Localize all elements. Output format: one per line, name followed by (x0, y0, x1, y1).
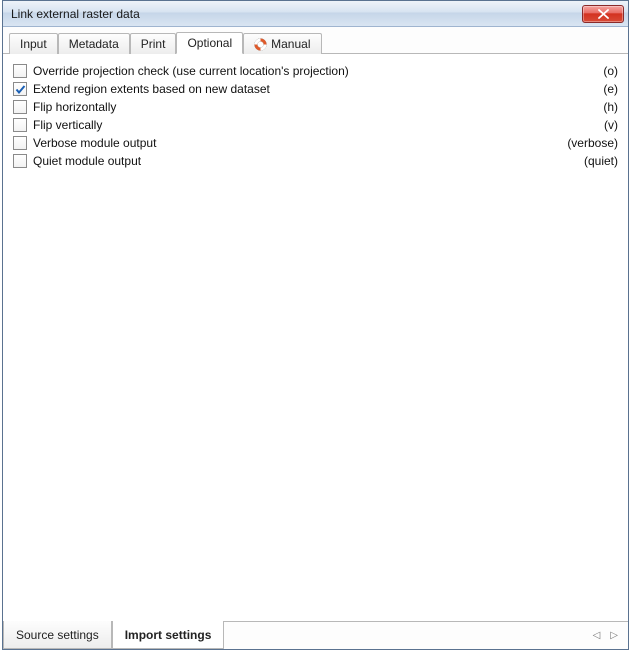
bottom-tab-source-settings[interactable]: Source settings (3, 621, 112, 649)
option-flag: (e) (603, 82, 618, 96)
tab-label: Manual (271, 37, 310, 51)
close-button[interactable] (582, 5, 624, 23)
option-checkbox[interactable] (13, 82, 27, 96)
lifebuoy-icon (254, 38, 267, 51)
tab-input[interactable]: Input (9, 33, 58, 54)
option-checkbox[interactable] (13, 136, 27, 150)
option-row: Flip horizontally (h) (13, 98, 618, 116)
bottom-tab-label: Source settings (16, 628, 99, 642)
option-label: Flip vertically (33, 118, 596, 132)
option-checkbox[interactable] (13, 118, 27, 132)
option-checkbox[interactable] (13, 154, 27, 168)
tabs-top: Input Metadata Print Optional Manual (3, 27, 628, 54)
tab-metadata[interactable]: Metadata (58, 33, 130, 54)
tab-optional[interactable]: Optional (176, 32, 243, 54)
option-label: Override projection check (use current l… (33, 64, 595, 78)
tab-label: Metadata (69, 37, 119, 51)
tab-label: Input (20, 37, 47, 51)
option-flag: (o) (603, 64, 618, 78)
tab-manual[interactable]: Manual (243, 33, 321, 54)
titlebar: Link external raster data (3, 1, 628, 27)
bottom-tab-import-settings[interactable]: Import settings (112, 621, 225, 649)
option-label: Flip horizontally (33, 100, 595, 114)
window-title: Link external raster data (11, 7, 582, 21)
option-flag: (quiet) (584, 154, 618, 168)
tab-nav-arrows: ◁ ▷ (583, 622, 628, 649)
tab-label: Print (141, 37, 166, 51)
dialog-window: Link external raster data Input Metadata P… (2, 0, 629, 650)
option-checkbox[interactable] (13, 100, 27, 114)
bottom-tab-label: Import settings (125, 628, 212, 642)
tab-next-button[interactable]: ▷ (610, 630, 618, 641)
option-flag: (verbose) (567, 136, 618, 150)
option-flag: (h) (603, 100, 618, 114)
tab-content-optional: Override projection check (use current l… (3, 54, 628, 621)
option-row: Verbose module output (verbose) (13, 134, 618, 152)
tab-prev-button[interactable]: ◁ (593, 630, 601, 641)
option-row: Flip vertically (v) (13, 116, 618, 134)
bottom-spacer (224, 622, 582, 649)
option-row: Quiet module output (quiet) (13, 152, 618, 170)
option-label: Extend region extents based on new datas… (33, 82, 595, 96)
option-label: Verbose module output (33, 136, 559, 150)
tabs-bottom: Source settings Import settings ◁ ▷ (3, 621, 628, 649)
option-checkbox[interactable] (13, 64, 27, 78)
close-icon (598, 9, 609, 19)
option-label: Quiet module output (33, 154, 576, 168)
option-row: Override projection check (use current l… (13, 62, 618, 80)
tab-label: Optional (187, 36, 232, 50)
tab-print[interactable]: Print (130, 33, 177, 54)
option-flag: (v) (604, 118, 618, 132)
option-row: Extend region extents based on new datas… (13, 80, 618, 98)
